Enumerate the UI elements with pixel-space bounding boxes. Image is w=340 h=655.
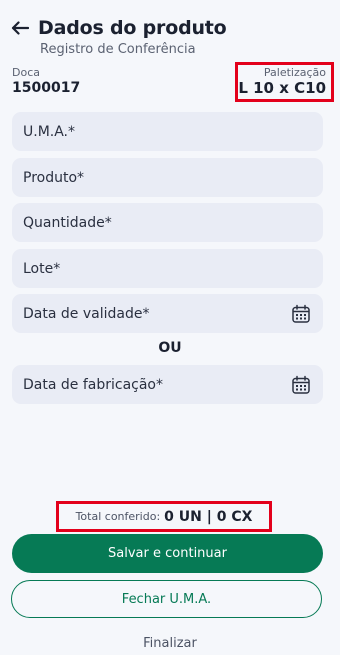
data-validade-field[interactable]: Data de validade* [12,294,323,333]
info-row: Doca 1500017 Paletização L 10 x C10 [12,62,334,102]
calendar-icon[interactable] [290,374,312,396]
quantidade-field-label: Quantidade* [23,214,112,231]
separator-ou: OU [158,340,182,356]
quantidade-field[interactable]: Quantidade* [12,203,323,242]
arrow-left-icon[interactable] [10,18,30,38]
doca-label: Doca [12,66,40,79]
page-title: Dados do produto [38,17,227,39]
total-conferido-label: Total conferido: [75,510,161,523]
data-fabricacao-field-label: Data de fabricação* [23,376,163,393]
total-conferido: Total conferido: 0 UN | 0 CX [56,501,272,532]
product-data-screen: Dados do produto Registro de Conferência… [0,0,340,655]
doca-block: Doca 1500017 [12,66,80,97]
lote-field-label: Lote* [23,260,61,277]
data-validade-field-label: Data de validade* [23,305,150,322]
paletizacao-value: L 10 x C10 [238,79,326,97]
produto-field-label: Produto* [23,169,85,186]
paletizacao-block: Paletização L 10 x C10 [235,62,334,102]
finalizar-link[interactable]: Finalizar [0,636,340,651]
close-uma-button[interactable]: Fechar U.M.A. [11,580,322,618]
save-continue-button[interactable]: Salvar e continuar [12,534,323,573]
lote-field[interactable]: Lote* [12,249,323,288]
uma-field-label: U.M.A.* [23,123,76,140]
calendar-icon[interactable] [290,303,312,325]
produto-field[interactable]: Produto* [12,158,323,197]
paletizacao-label: Paletização [263,66,326,79]
total-conferido-value: 0 UN | 0 CX [164,508,253,525]
page-subtitle: Registro de Conferência [40,42,196,57]
uma-field[interactable]: U.M.A.* [12,112,323,151]
header: Dados do produto Registro de Conferência [10,14,330,57]
doca-value: 1500017 [12,80,81,96]
data-fabricacao-field[interactable]: Data de fabricação* [12,365,323,404]
